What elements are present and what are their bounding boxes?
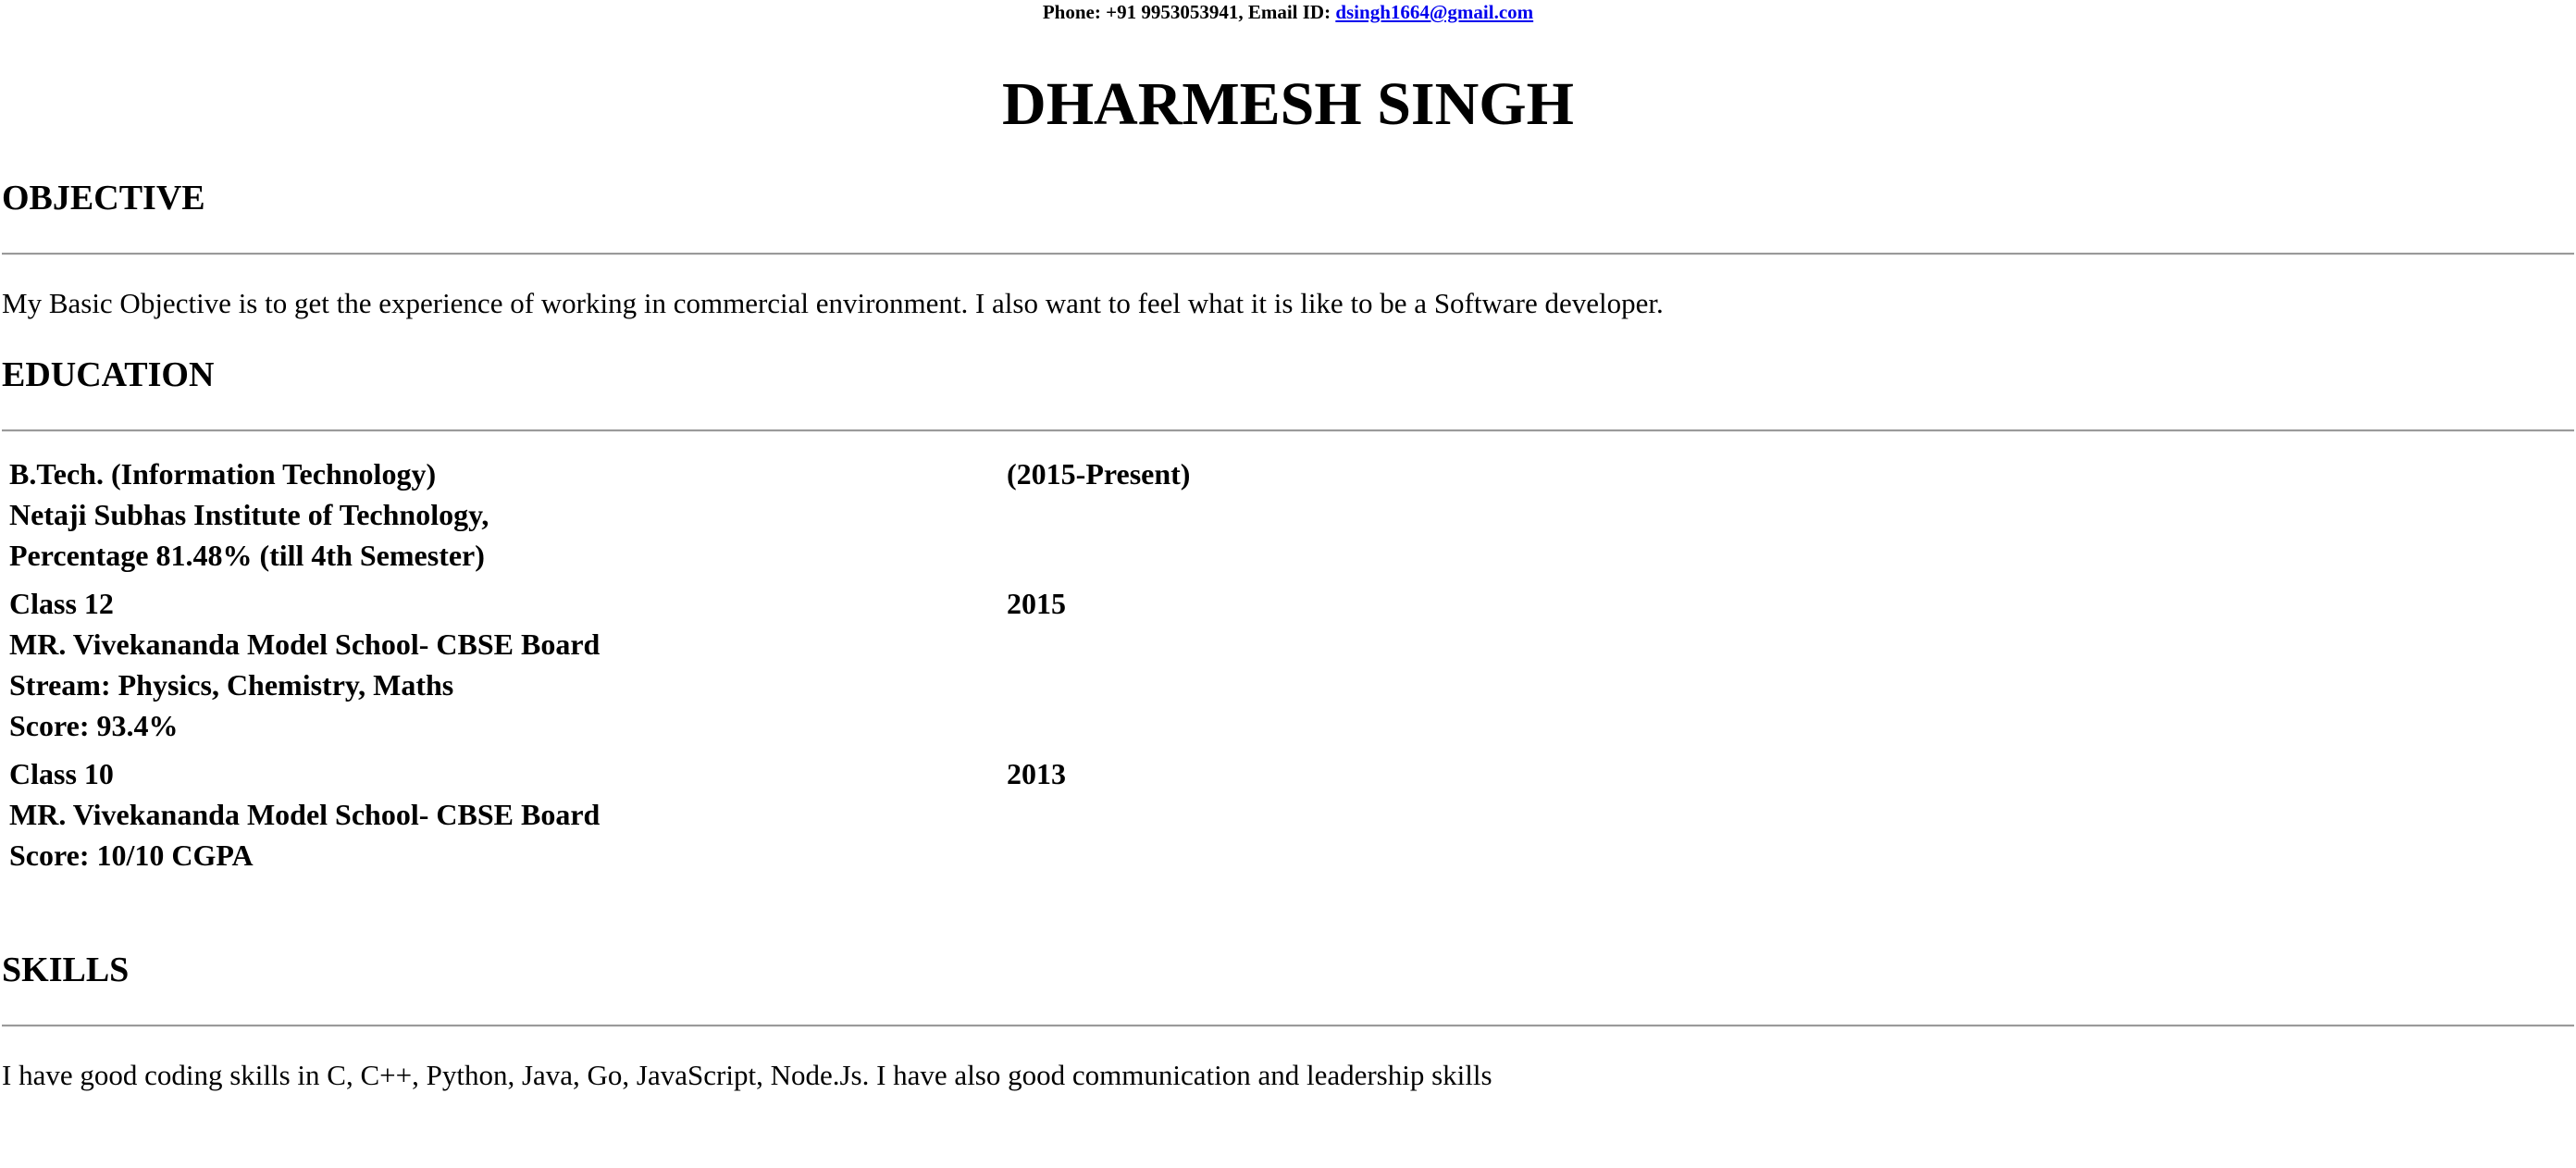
score: Percentage 81.48% (till 4th Semester) [9,539,485,572]
institution: MR. Vivekananda Model School- CBSE Board [9,627,601,661]
skills-heading: SKILLS [2,951,130,989]
education-period: (2015-Present) [1007,457,1191,491]
institution: Netaji Subhas Institute of Technology, [9,498,489,531]
education-heading: EDUCATION [2,355,215,394]
email-link[interactable]: dsingh1664@gmail.com [1335,1,1533,23]
education-row-class12: Class 12 MR. Vivekananda Model School- C… [7,581,1379,748]
skills-text: I have good coding skills in C, C++, Pyt… [2,1059,1492,1091]
page-title: DHARMESH SINGH [1002,70,1574,138]
contact-line: Phone: +91 9953053941, Email ID: dsingh1… [0,0,2576,24]
skills-divider [2,1025,2574,1027]
objective-heading: OBJECTIVE [2,179,205,217]
education-row-btech: B.Tech. (Information Technology) Netaji … [7,452,1379,578]
education-period: 2013 [1007,757,1066,790]
education-details: Class 12 MR. Vivekananda Model School- C… [7,581,1001,748]
education-row-class10: Class 10 MR. Vivekananda Model School- C… [7,752,1379,877]
degree-title: Class 12 [9,587,114,620]
education-details: B.Tech. (Information Technology) Netaji … [7,452,1001,578]
score: Score: 10/10 CGPA [9,839,254,872]
education-details: Class 10 MR. Vivekananda Model School- C… [7,752,1001,877]
education-table: B.Tech. (Information Technology) Netaji … [4,448,1382,881]
degree-title: Class 10 [9,757,114,790]
stream: Stream: Physics, Chemistry, Maths [9,668,454,702]
education-divider [2,429,2574,432]
contact-text: Phone: +91 9953053941, Email ID: [1042,1,1336,23]
score: Score: 93.4% [9,709,179,742]
objective-text: My Basic Objective is to get the experie… [2,287,1664,319]
institution: MR. Vivekananda Model School- CBSE Board [9,798,601,831]
degree-title: B.Tech. (Information Technology) [9,457,437,491]
objective-divider [2,253,2574,255]
education-period: 2015 [1007,587,1066,620]
